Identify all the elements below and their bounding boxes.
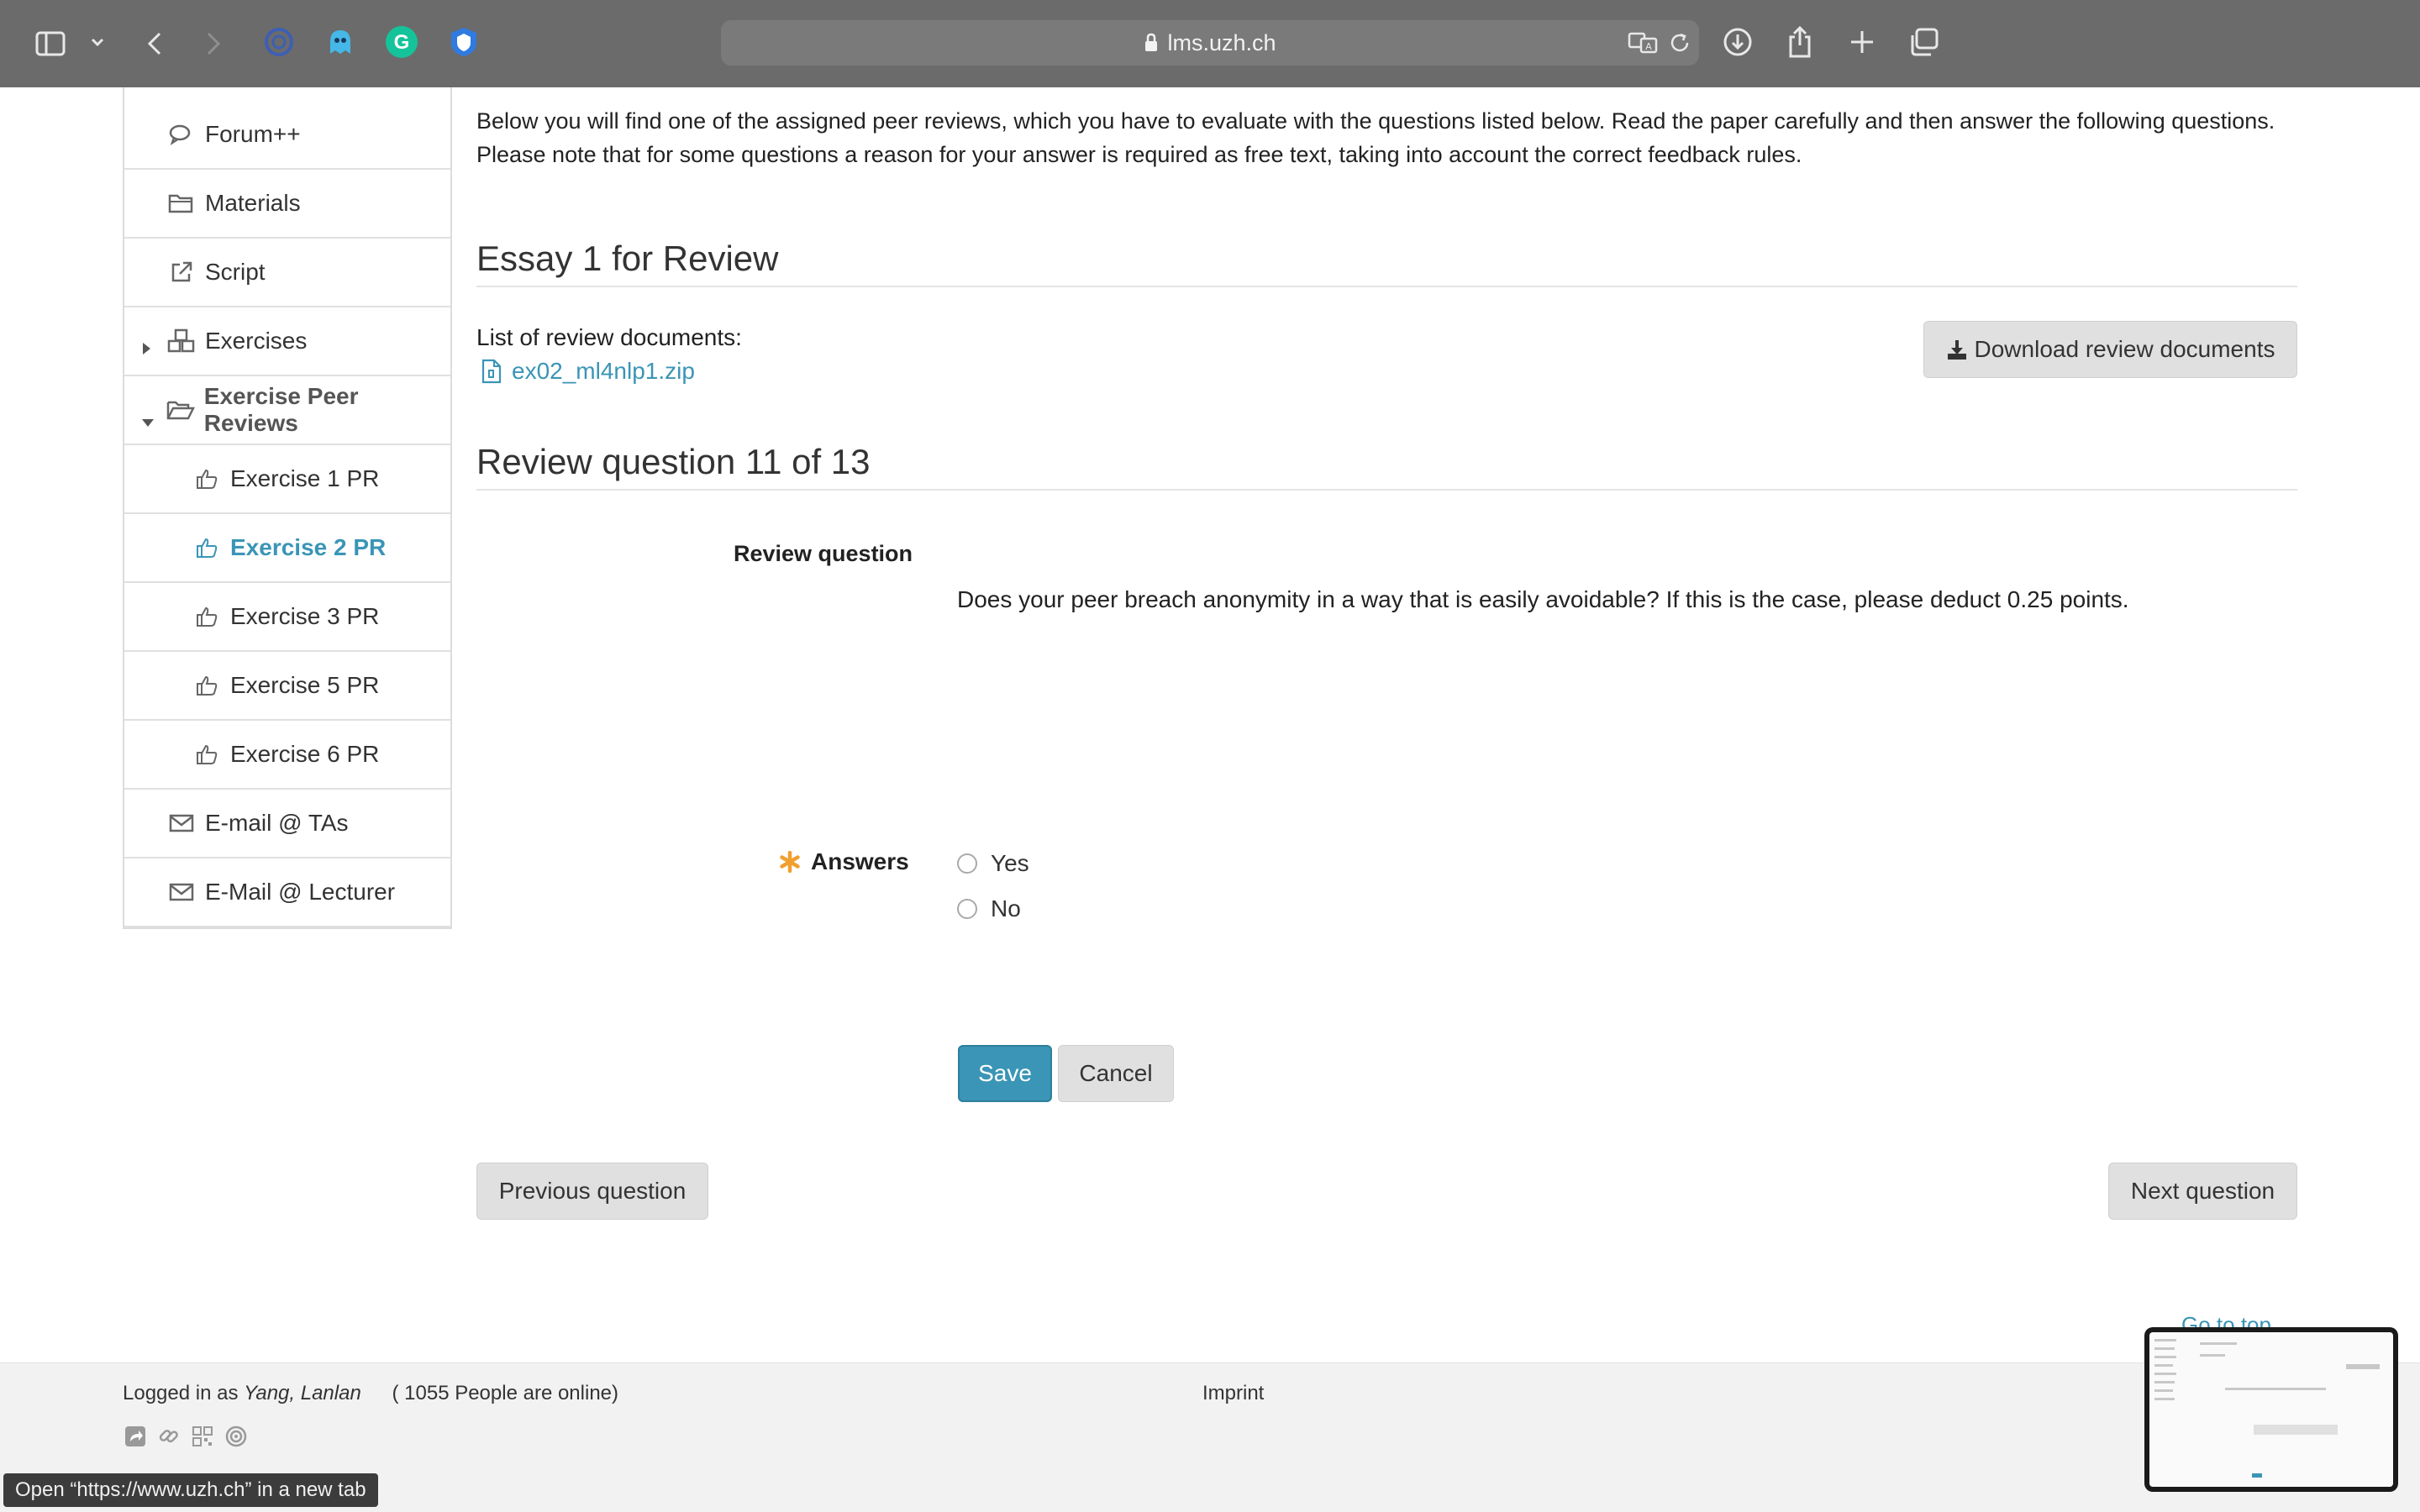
sidebar-item-exercise-6-pr[interactable]: Exercise 6 PR (124, 721, 450, 790)
svg-text:G: G (394, 31, 410, 54)
review-document-link[interactable]: ex02_ml4nlp1.zip (481, 358, 695, 385)
answer-option-no[interactable]: No (957, 895, 1021, 922)
reload-icon[interactable] (1667, 30, 1692, 55)
browser-toolbar: G lms.uzh.ch A (0, 0, 2420, 87)
intro-text: Below you will find one of the assigned … (476, 108, 2275, 167)
previous-question-button[interactable]: Previous question (476, 1163, 708, 1220)
folder-open-icon (166, 395, 196, 425)
envelope-icon (166, 808, 197, 838)
extension-1-icon[interactable] (262, 25, 296, 59)
sidebar-item-label: Script (205, 259, 266, 285)
sidebar-item-label: Exercises (205, 328, 308, 354)
sidebar-item-label: Forum++ (205, 121, 301, 147)
forward-icon[interactable] (200, 27, 227, 60)
status-bar-tooltip: Open “https://www.uzh.ch” in a new tab (3, 1473, 378, 1507)
chevron-down-icon[interactable] (87, 32, 108, 52)
download-label: Download review documents (1974, 336, 2275, 362)
sidebar-item-exercise-1-pr[interactable]: Exercise 1 PR (124, 445, 450, 514)
sidebar-item-label: Exercise 1 PR (230, 465, 380, 491)
required-icon (779, 851, 801, 873)
sidebar-item-email-tas[interactable]: E-mail @ TAs (124, 790, 450, 858)
sidebar-item-label: Exercise 6 PR (230, 741, 380, 767)
sidebar-item-label: Exercise 2 PR (230, 534, 387, 560)
download-icon[interactable] (1721, 25, 1754, 59)
review-question-header: Review question 11 of 13 (476, 442, 2297, 491)
answer-option-yes[interactable]: Yes (957, 850, 1029, 877)
answers-label: Answers (779, 848, 909, 875)
thumbs-up-icon (192, 601, 222, 632)
sidebar-icon[interactable] (34, 27, 67, 60)
svg-text:A: A (1645, 41, 1652, 52)
sidebar-item-exercise-peer-reviews[interactable]: Exercise Peer Reviews (124, 376, 450, 445)
cancel-button[interactable]: Cancel (1058, 1045, 1174, 1102)
review-question-text: Does your peer breach anonymity in a way… (957, 586, 2129, 612)
sidebar-item-email-lecturer[interactable]: E-Mail @ Lecturer (124, 858, 450, 927)
external-link-icon (166, 257, 197, 287)
sidebar-item-exercise-5-pr[interactable]: Exercise 5 PR (124, 652, 450, 721)
extension-ghost-icon[interactable] (324, 25, 357, 59)
url-text: lms.uzh.ch (1167, 29, 1276, 55)
zip-file-icon (481, 359, 502, 384)
doclist-label: List of review documents: (476, 324, 742, 350)
review-question-label: Review question (734, 541, 913, 566)
radio-yes[interactable] (957, 853, 977, 874)
screenshot-thumbnail[interactable] (2144, 1327, 2398, 1492)
caret-right-icon[interactable] (141, 334, 151, 361)
radio-no[interactable] (957, 899, 977, 919)
thumbs-up-icon (192, 670, 222, 701)
lock-icon (1145, 33, 1158, 51)
logged-in-info: Logged in as Yang, Lanlan ( 1055 People … (123, 1382, 619, 1404)
footer-icons (123, 1424, 249, 1449)
user-name[interactable]: Yang, Lanlan (244, 1382, 361, 1404)
caret-down-icon[interactable] (141, 407, 155, 433)
download-review-documents-button[interactable]: Download review documents (1923, 321, 2297, 378)
qr-code-icon[interactable] (190, 1424, 215, 1449)
sidebar-item-exercises[interactable]: Exercises (124, 307, 450, 376)
share-link-icon[interactable] (123, 1424, 148, 1449)
extension-shield-icon[interactable] (447, 25, 481, 59)
back-icon[interactable] (141, 27, 168, 60)
sidebar-item-materials[interactable]: Materials (124, 170, 450, 239)
thumbs-up-icon (192, 464, 222, 494)
cubes-icon (166, 326, 197, 356)
sidebar-item-label: E-Mail @ Lecturer (205, 879, 396, 905)
sidebar-item-exercise-3-pr[interactable]: Exercise 3 PR (124, 583, 450, 652)
essay-title: Essay 1 for Review (476, 239, 2297, 287)
download-icon (1946, 339, 1968, 360)
sidebar-item-label: E-mail @ TAs (205, 810, 349, 836)
sidebar-item-script[interactable]: Script (124, 239, 450, 307)
share-icon[interactable] (1783, 24, 1817, 60)
target-icon[interactable] (224, 1424, 249, 1449)
save-button[interactable]: Save (958, 1045, 1052, 1102)
link-icon[interactable] (156, 1424, 182, 1449)
sidebar-item-exercise-2-pr[interactable]: Exercise 2 PR (124, 514, 450, 583)
next-question-button[interactable]: Next question (2108, 1163, 2297, 1220)
online-count: ( 1055 People are online) (392, 1382, 619, 1404)
translate-icon[interactable]: A (1627, 30, 1660, 55)
thumbs-up-icon (192, 739, 222, 769)
course-sidebar: Forum++ Materials Script Exercises Exerc… (123, 87, 452, 929)
folder-icon (166, 188, 197, 218)
sidebar-item-label: Exercise 3 PR (230, 603, 380, 629)
tabs-overview-icon[interactable] (1907, 25, 1941, 59)
address-bar[interactable]: lms.uzh.ch A (721, 20, 1699, 66)
thumbs-up-icon (192, 533, 222, 563)
forum-icon (166, 119, 197, 150)
sidebar-item-forum[interactable]: Forum++ (124, 87, 450, 170)
review-document-filename: ex02_ml4nlp1.zip (512, 358, 695, 384)
grammarly-icon[interactable]: G (385, 25, 418, 59)
envelope-icon (166, 877, 197, 907)
sidebar-item-label: Materials (205, 190, 301, 216)
new-tab-icon[interactable] (1845, 25, 1879, 59)
sidebar-item-label: Exercise 5 PR (230, 672, 380, 698)
imprint-link[interactable]: Imprint (1202, 1382, 1264, 1405)
sidebar-item-label: Exercise Peer Reviews (203, 383, 359, 436)
